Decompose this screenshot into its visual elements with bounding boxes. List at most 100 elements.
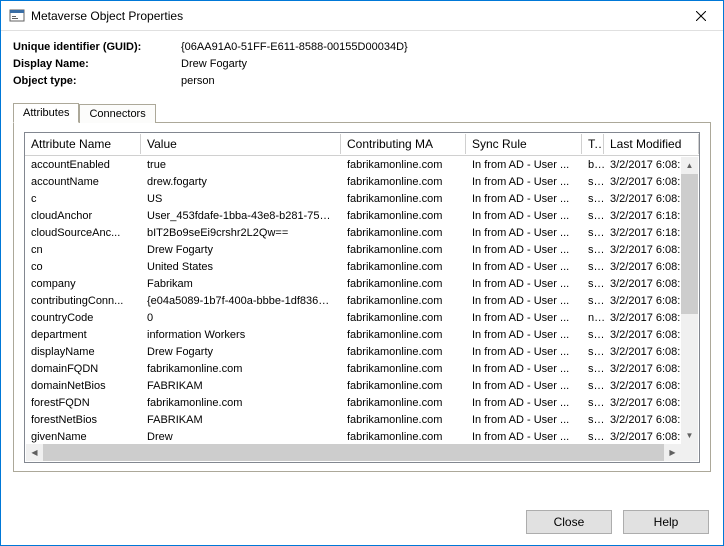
scroll-left-icon[interactable]: ◀ <box>26 444 43 461</box>
cell-sync: In from AD - User ... <box>466 329 582 341</box>
cell-sync: In from AD - User ... <box>466 397 582 409</box>
cell-ma: fabrikamonline.com <box>341 312 466 324</box>
cell-val: Fabrikam <box>141 278 341 290</box>
header-value[interactable]: Value <box>141 134 341 154</box>
cell-ma: fabrikamonline.com <box>341 414 466 426</box>
vertical-scrollbar[interactable]: ▲ ▼ <box>681 157 698 444</box>
cell-ma: fabrikamonline.com <box>341 380 466 392</box>
tab-attributes[interactable]: Attributes <box>13 103 79 123</box>
cell-t: s... <box>582 193 604 205</box>
cell-ma: fabrikamonline.com <box>341 329 466 341</box>
cell-val: Drew <box>141 431 341 443</box>
cell-t: s... <box>582 227 604 239</box>
tab-strip: Attributes Connectors <box>13 103 711 123</box>
cell-attr: forestNetBios <box>25 414 141 426</box>
header-attribute-name[interactable]: Attribute Name <box>25 134 141 154</box>
cell-sync: In from AD - User ... <box>466 278 582 290</box>
table-row[interactable]: givenNameDrewfabrikamonline.comIn from A… <box>25 428 699 444</box>
cell-t: s... <box>582 363 604 375</box>
tab-connectors[interactable]: Connectors <box>79 104 155 123</box>
table-row[interactable]: accountNamedrew.fogartyfabrikamonline.co… <box>25 173 699 190</box>
cell-sync: In from AD - User ... <box>466 380 582 392</box>
table-row[interactable]: coUnited Statesfabrikamonline.comIn from… <box>25 258 699 275</box>
cell-t: n... <box>582 312 604 324</box>
cell-sync: In from AD - User ... <box>466 261 582 273</box>
cell-val: Drew Fogarty <box>141 244 341 256</box>
cell-sync: In from AD - User ... <box>466 193 582 205</box>
cell-t: s... <box>582 397 604 409</box>
scroll-corner <box>681 444 698 461</box>
attributes-grid: Attribute Name Value Contributing MA Syn… <box>24 132 700 463</box>
cell-attr: co <box>25 261 141 273</box>
cell-attr: contributingConn... <box>25 295 141 307</box>
cell-sync: In from AD - User ... <box>466 295 582 307</box>
cell-sync: In from AD - User ... <box>466 176 582 188</box>
cell-sync: In from AD - User ... <box>466 227 582 239</box>
scroll-down-icon[interactable]: ▼ <box>681 427 698 444</box>
scroll-right-icon[interactable]: ▶ <box>664 444 681 461</box>
cell-val: 0 <box>141 312 341 324</box>
window-close-button[interactable] <box>678 1 723 31</box>
table-row[interactable]: companyFabrikamfabrikamonline.comIn from… <box>25 275 699 292</box>
cell-val: true <box>141 159 341 171</box>
cell-val: US <box>141 193 341 205</box>
cell-t: s... <box>582 414 604 426</box>
attributes-panel: Attribute Name Value Contributing MA Syn… <box>13 122 711 472</box>
header-contributing-ma[interactable]: Contributing MA <box>341 134 466 154</box>
cell-ma: fabrikamonline.com <box>341 278 466 290</box>
cell-ma: fabrikamonline.com <box>341 176 466 188</box>
header-type[interactable]: T... <box>582 134 604 154</box>
cell-sync: In from AD - User ... <box>466 210 582 222</box>
guid-label: Unique identifier (GUID): <box>13 39 181 56</box>
scroll-thumb-vertical[interactable] <box>681 174 698 314</box>
help-button[interactable]: Help <box>623 510 709 534</box>
cell-attr: c <box>25 193 141 205</box>
cell-t: s... <box>582 380 604 392</box>
table-row[interactable]: displayNameDrew Fogartyfabrikamonline.co… <box>25 343 699 360</box>
display-name-value: Drew Fogarty <box>181 56 247 73</box>
cell-sync: In from AD - User ... <box>466 414 582 426</box>
table-row[interactable]: countryCode0fabrikamonline.comIn from AD… <box>25 309 699 326</box>
grid-body[interactable]: accountEnabledtruefabrikamonline.comIn f… <box>25 156 699 444</box>
header-last-modified[interactable]: Last Modified <box>604 134 699 154</box>
table-row[interactable]: domainNetBiosFABRIKAMfabrikamonline.comI… <box>25 377 699 394</box>
cell-t: s... <box>582 346 604 358</box>
grid-header: Attribute Name Value Contributing MA Syn… <box>25 133 699 156</box>
cell-attr: accountEnabled <box>25 159 141 171</box>
cell-sync: In from AD - User ... <box>466 346 582 358</box>
cell-val: bIT2Bo9seEi9crshr2L2Qw== <box>141 227 341 239</box>
cell-t: s... <box>582 261 604 273</box>
table-row[interactable]: accountEnabledtruefabrikamonline.comIn f… <box>25 156 699 173</box>
table-row[interactable]: forestFQDNfabrikamonline.comfabrikamonli… <box>25 394 699 411</box>
guid-value: {06AA91A0-51FF-E611-8588-00155D00034D} <box>181 39 408 56</box>
cell-attr: domainFQDN <box>25 363 141 375</box>
table-row[interactable]: contributingConn...{e04a5089-1b7f-400a-b… <box>25 292 699 309</box>
scroll-up-icon[interactable]: ▲ <box>681 157 698 174</box>
cell-sync: In from AD - User ... <box>466 312 582 324</box>
horizontal-scrollbar[interactable]: ◀ ▶ <box>26 444 681 461</box>
table-row[interactable]: departmentinformation Workersfabrikamonl… <box>25 326 699 343</box>
cell-val: fabrikamonline.com <box>141 397 341 409</box>
scroll-thumb-horizontal[interactable] <box>43 444 664 461</box>
table-row[interactable]: forestNetBiosFABRIKAMfabrikamonline.comI… <box>25 411 699 428</box>
table-row[interactable]: domainFQDNfabrikamonline.comfabrikamonli… <box>25 360 699 377</box>
close-button[interactable]: Close <box>526 510 612 534</box>
header-sync-rule[interactable]: Sync Rule <box>466 134 582 154</box>
cell-val: FABRIKAM <box>141 414 341 426</box>
cell-val: User_453fdafe-1bba-43e8-b281-75273... <box>141 210 341 222</box>
table-row[interactable]: cloudAnchorUser_453fdafe-1bba-43e8-b281-… <box>25 207 699 224</box>
cell-attr: company <box>25 278 141 290</box>
cell-ma: fabrikamonline.com <box>341 397 466 409</box>
cell-t: s... <box>582 278 604 290</box>
cell-sync: In from AD - User ... <box>466 159 582 171</box>
title-bar: Metaverse Object Properties <box>1 1 723 31</box>
cell-attr: accountName <box>25 176 141 188</box>
window-title: Metaverse Object Properties <box>31 9 183 23</box>
cell-attr: displayName <box>25 346 141 358</box>
cell-ma: fabrikamonline.com <box>341 244 466 256</box>
cell-attr: countryCode <box>25 312 141 324</box>
cell-attr: domainNetBios <box>25 380 141 392</box>
table-row[interactable]: cloudSourceAnc...bIT2Bo9seEi9crshr2L2Qw=… <box>25 224 699 241</box>
table-row[interactable]: cnDrew Fogartyfabrikamonline.comIn from … <box>25 241 699 258</box>
table-row[interactable]: cUSfabrikamonline.comIn from AD - User .… <box>25 190 699 207</box>
